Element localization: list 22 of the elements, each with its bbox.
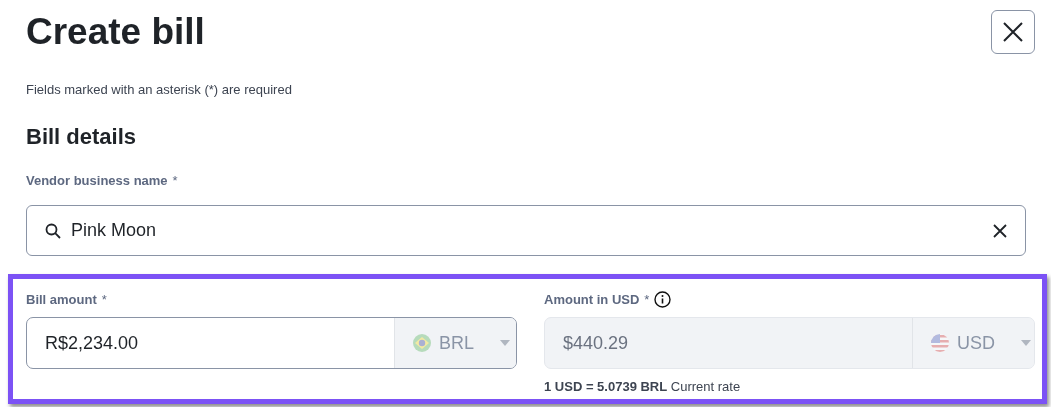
caret-icon (1021, 340, 1031, 346)
amount-field[interactable]: R$2,234.00 BRL (26, 317, 517, 369)
required-note: Fields marked with an asterisk (*) are required (26, 82, 293, 98)
field-label: Amount in USD (544, 291, 640, 308)
search-icon (45, 222, 61, 239)
caret-icon (500, 340, 510, 346)
required-mark: * (644, 291, 650, 308)
required-mark: * (101, 291, 107, 308)
dialog-title: Create bill (26, 10, 205, 54)
section-title: Bill details (26, 123, 138, 151)
text-input[interactable]: Pink Moon (71, 220, 983, 241)
close-icon (1002, 21, 1024, 43)
flag-icon (931, 334, 949, 352)
close-button[interactable] (991, 10, 1035, 54)
search-field[interactable]: Pink Moon (26, 205, 1026, 256)
flag-icon (413, 334, 431, 352)
text-input[interactable]: R$2,234.00 (27, 318, 394, 368)
field-label: Vendor business name (26, 173, 168, 189)
required-mark: * (172, 173, 178, 189)
field-label: Bill amount (26, 291, 97, 308)
exchange-rate-text: 1 USD = 5.0739 BRL Current rate (544, 379, 742, 394)
clear-icon[interactable] (993, 223, 1007, 238)
